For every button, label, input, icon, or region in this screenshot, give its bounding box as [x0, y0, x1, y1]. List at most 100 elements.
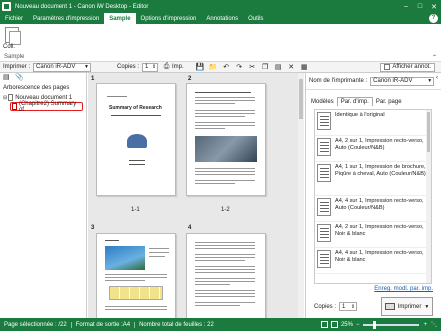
maximize-icon[interactable]: □ — [413, 0, 427, 13]
tab-fichier[interactable]: Fichier — [0, 13, 28, 24]
zoom-control: 25% − + ⋱ — [320, 320, 441, 329]
list-item[interactable]: A4, 4 sur 1, Impression recto-verso, Aut… — [315, 196, 431, 222]
scrollbar-thumb[interactable] — [299, 79, 303, 119]
window-controls: – □ ✕ — [399, 0, 441, 13]
printer-select-value: Canon iR-ADV — [36, 64, 76, 70]
tab-annotations[interactable]: Annotations — [201, 13, 243, 24]
attachment-icon[interactable]: 📎 — [15, 74, 24, 82]
page-tree-heading: Arborescence des pages — [3, 85, 70, 91]
save-template-link[interactable]: Enreg. modl. par. imp. — [374, 286, 433, 292]
imprimer-label: Imprimer : — [3, 64, 30, 70]
zoom-value: 25% — [340, 321, 353, 328]
tab-par-page[interactable]: Par. page — [373, 97, 405, 106]
print-button[interactable]: Imprimer ▼ — [381, 297, 433, 316]
imp-label[interactable]: Imp. — [172, 64, 184, 70]
preview-scrollbar[interactable] — [298, 73, 304, 318]
printer-select[interactable]: Canon iR-ADV ▼ — [33, 62, 91, 72]
collapse-icon[interactable]: ⊟ — [3, 95, 7, 101]
tree-child-label: (Chapitre2) Summary of — [18, 100, 77, 113]
scrollbar-thumb[interactable] — [427, 112, 430, 152]
page-thumbnail-4[interactable] — [186, 233, 266, 318]
copies-stepper[interactable]: 1 ⇕ — [142, 62, 159, 72]
printer-name-select[interactable]: Canon iR-ADV ▼ — [370, 76, 435, 86]
collate-icon[interactable] — [5, 27, 21, 45]
list-item[interactable]: A4, 2 sur 1, Impression recto-verso, Noi… — [315, 222, 431, 248]
page-number: 4 — [188, 225, 192, 231]
list-item-text: Identique à l'original — [335, 112, 385, 118]
tab-par-imp[interactable]: Par. d'imp. — [336, 97, 373, 106]
insert-icon[interactable]: ▦ — [300, 63, 309, 72]
models-label: Modèles — [311, 98, 334, 105]
zoom-slider-knob[interactable] — [373, 320, 377, 329]
list-item-text: A4, 2 sur 1, Impression recto-verso, Noi… — [335, 224, 424, 237]
open-folder-icon[interactable]: 📁 — [209, 63, 218, 72]
printer-icon — [384, 303, 395, 310]
close-icon[interactable]: ✕ — [427, 0, 441, 13]
tab-outils[interactable]: Outils — [243, 13, 268, 24]
stepper-icon[interactable]: ⇕ — [152, 64, 156, 70]
template-icon — [317, 198, 331, 216]
list-item-text: A4, 4 sur 1, Impression recto-verso, Aut… — [335, 198, 424, 211]
afficher-annot-toggle[interactable]: Afficher annot. — [380, 62, 435, 72]
title-bar: Nouveau document 1 - Canon iW Desktop - … — [0, 0, 441, 13]
page-thumbnail-2[interactable] — [186, 83, 266, 196]
fit-width-icon[interactable] — [330, 321, 338, 328]
list-item[interactable]: A4, 4 sur 1, Impression recto-verso, Noi… — [315, 248, 431, 274]
list-item[interactable]: Identique à l'original — [315, 110, 431, 136]
ribbon: Coll. Sample ⌃ — [0, 24, 441, 62]
save-icon[interactable]: 💾 — [196, 63, 205, 72]
afficher-annot-label: Afficher annot. — [392, 64, 431, 70]
delete-icon[interactable]: ✕ — [287, 63, 296, 72]
help-icon[interactable]: ? — [429, 14, 438, 23]
ribbon-collapse-icon[interactable]: ⌃ — [432, 54, 437, 61]
tab-options-impression[interactable]: Options d'impression — [136, 13, 202, 24]
list-item[interactable]: A4, 1 sur 1, Impression de brochure, Piq… — [315, 162, 431, 196]
copies-label: Copies : — [314, 303, 337, 310]
page-thumbnail-1[interactable]: Summary of Research — [96, 83, 176, 196]
template-icon — [317, 112, 331, 130]
paste-icon[interactable]: ▤ — [274, 63, 283, 72]
status-bar: Page sélectionnée : /22 Format de sortie… — [0, 318, 441, 331]
copies-stepper[interactable]: 1 ⇕ — [339, 302, 358, 311]
tab-sample[interactable]: Sample — [104, 13, 136, 24]
photo-image — [105, 246, 145, 270]
document-icon — [12, 103, 17, 110]
page-preview-area[interactable]: 1 2 Summary of Research 1-1 1-2 3 4 — [88, 73, 304, 318]
page-tree-pane: ▤ 📎 Arborescence des pages ⊟ Nouveau doc… — [0, 73, 87, 318]
copy-icon[interactable]: ❐ — [261, 63, 270, 72]
pane-close-icon[interactable]: ‹ — [436, 75, 438, 81]
page-tree-icon[interactable]: ▤ — [3, 74, 11, 82]
stepper-icon[interactable]: ⇕ — [351, 303, 355, 311]
undo-icon[interactable]: ↶ — [222, 63, 231, 72]
fit-page-icon[interactable] — [320, 321, 328, 328]
chevron-down-icon: ▼ — [427, 77, 433, 84]
checkbox-icon[interactable] — [384, 64, 391, 70]
template-icon — [317, 224, 331, 242]
redo-icon[interactable]: ↷ — [235, 63, 244, 72]
collate-label[interactable]: Coll. — [3, 44, 15, 50]
cut-icon[interactable]: ✂ — [248, 63, 257, 72]
zoom-slider[interactable] — [363, 320, 420, 329]
page-label: 1-2 — [221, 207, 230, 213]
zoom-in-icon[interactable]: + — [423, 322, 427, 328]
printer-row: Nom de l'imprimante : Canon iR-ADV ▼ — [306, 73, 441, 90]
minimize-icon[interactable]: – — [399, 0, 413, 13]
printer-name-label: Nom de l'imprimante : — [309, 78, 368, 84]
template-list: Identique à l'original A4, 2 sur 1, Impr… — [314, 109, 432, 284]
template-scrollbar[interactable] — [426, 110, 431, 283]
print-settings-pane: Nom de l'imprimante : Canon iR-ADV ▼ ‹ M… — [305, 73, 441, 318]
print-icon[interactable]: ⎙ — [162, 63, 171, 72]
page-thumbnail-3[interactable] — [96, 233, 176, 318]
list-item[interactable]: A4, 2 sur 1, Impression recto-verso, Aut… — [315, 136, 431, 162]
tab-parametres-impression[interactable]: Paramètres d'impression — [28, 13, 104, 24]
document-icon — [8, 94, 14, 101]
tree-item-selected[interactable]: (Chapitre2) Summary of — [10, 100, 83, 113]
chevron-down-icon[interactable]: ▼ — [424, 304, 429, 310]
list-item-text: A4, 4 sur 1, Impression recto-verso, Noi… — [335, 250, 424, 263]
zoom-out-icon[interactable]: − — [356, 322, 360, 328]
list-item-text: A4, 2 sur 1, Impression recto-verso, Aut… — [335, 138, 424, 151]
status-total-sheets: Nombre total de feuilles : 22 — [139, 321, 214, 328]
resize-grip-icon[interactable]: ⋱ — [431, 321, 437, 328]
app-icon — [2, 2, 11, 11]
logo-image — [127, 134, 147, 148]
